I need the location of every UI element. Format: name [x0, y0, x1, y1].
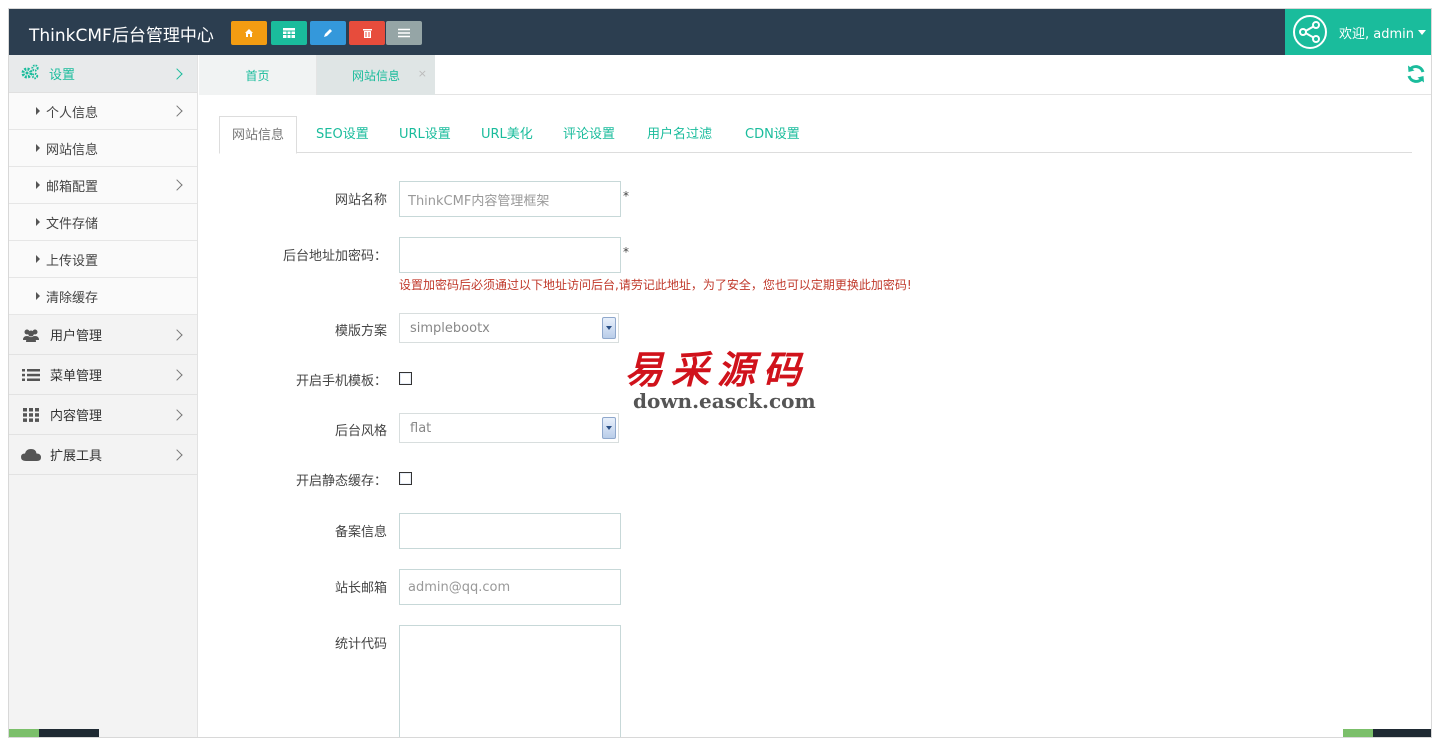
grid-icon: [21, 407, 41, 422]
user-menu[interactable]: 欢迎, admin: [1285, 9, 1431, 55]
icp-label: 备案信息: [334, 525, 387, 540]
icp-input[interactable]: [399, 513, 621, 549]
watermark: 易采源码 down.easck.com: [619, 339, 849, 419]
chevron-down-icon: [602, 417, 616, 439]
sidebar-item-clear-cache[interactable]: 清除缓存: [9, 278, 197, 315]
admin-style-label: 后台风格: [334, 424, 387, 439]
sidebar-group-settings[interactable]: 设置: [9, 55, 197, 93]
brand-title: ThinkCMF后台管理中心: [29, 26, 214, 46]
content-footer-bar: [1343, 729, 1431, 737]
admin-email-label: 站长邮箱: [334, 581, 387, 596]
caret-right-icon: [36, 292, 40, 300]
admin-password-input[interactable]: [399, 237, 621, 273]
mobile-template-checkbox[interactable]: [399, 372, 412, 385]
gears-icon: [21, 63, 41, 84]
app-window: ThinkCMF后台管理中心 欢迎, admin 设置 个人信息 网站信息 邮箱…: [8, 8, 1432, 738]
sidebar-item-label: 清除缓存: [46, 290, 99, 306]
sidebar-item-label: 网站信息: [46, 142, 99, 158]
tab-url-beautify[interactable]: URL美化: [481, 116, 533, 153]
settings-tabs: 网站信息 SEO设置 URL设置 URL美化 评论设置 用户名过滤 CDN设置: [219, 116, 1412, 154]
sidebar-group-extensions[interactable]: 扩展工具: [9, 435, 197, 475]
static-cache-checkbox[interactable]: [399, 472, 412, 485]
tab-comments[interactable]: 评论设置: [563, 116, 615, 153]
chevron-right-icon: [171, 105, 183, 117]
page-tab-site-info[interactable]: 网站信息 ×: [317, 55, 435, 95]
watermark-en: down.easck.com: [633, 389, 816, 413]
caret-right-icon: [36, 181, 40, 189]
chevron-right-icon: [171, 448, 183, 461]
sidebar-item-label: 个人信息: [46, 105, 99, 121]
chevron-right-icon: [171, 67, 183, 80]
chevron-right-icon: [171, 179, 183, 191]
refresh-icon[interactable]: [1405, 63, 1427, 85]
template-label: 模版方案: [334, 324, 387, 339]
sidebar-item-label: 文件存储: [46, 216, 99, 232]
required-mark: *: [623, 245, 629, 259]
watermark-cn: 易采源码: [625, 347, 810, 392]
template-select[interactable]: simplebootx: [399, 313, 619, 343]
tab-cdn[interactable]: CDN设置: [745, 116, 800, 153]
template-select-value: simplebootx: [410, 320, 490, 336]
admin-style-select[interactable]: flat: [399, 413, 619, 443]
close-icon[interactable]: ×: [418, 67, 427, 80]
sidebar-group-label: 内容管理: [50, 409, 103, 424]
page-tab-bar: 首页 网站信息 ×: [199, 55, 1431, 95]
sidebar-group-label: 菜单管理: [50, 369, 103, 384]
sidebar-item-profile[interactable]: 个人信息: [9, 93, 197, 130]
table-icon[interactable]: [271, 21, 307, 45]
chevron-right-icon: [171, 328, 183, 341]
sidebar-group-users[interactable]: 用户管理: [9, 315, 197, 355]
required-mark: *: [623, 189, 629, 203]
stat-code-label: 统计代码: [334, 637, 387, 652]
caret-right-icon: [36, 218, 40, 226]
tab-site-info[interactable]: 网站信息: [219, 116, 298, 154]
caret-down-icon: [1418, 29, 1426, 35]
list-icon[interactable]: [386, 21, 422, 45]
caret-right-icon: [36, 107, 40, 115]
sidebar-item-label: 上传设置: [46, 253, 99, 269]
sidebar-group-label: 用户管理: [50, 329, 103, 344]
sidebar-group-label: 扩展工具: [50, 449, 103, 464]
user-greeting: 欢迎, admin: [1339, 26, 1414, 42]
list-icon: [21, 368, 41, 382]
tab-seo[interactable]: SEO设置: [316, 116, 369, 153]
static-cache-label: 开启静态缓存：: [295, 474, 387, 489]
top-navbar: ThinkCMF后台管理中心 欢迎, admin: [9, 9, 1431, 55]
home-icon[interactable]: [231, 21, 267, 45]
users-icon: [21, 328, 41, 342]
tab-url[interactable]: URL设置: [399, 116, 451, 153]
site-name-label: 网站名称: [334, 193, 387, 208]
page-tab-label: 首页: [245, 68, 270, 83]
trash-icon[interactable]: [349, 21, 385, 45]
sidebar-item-site-info[interactable]: 网站信息: [9, 130, 197, 167]
caret-right-icon: [36, 144, 40, 152]
cloud-icon: [21, 448, 41, 462]
sidebar-item-storage[interactable]: 文件存储: [9, 204, 197, 241]
sidebar-group-label: 设置: [49, 68, 76, 83]
chevron-down-icon: [602, 317, 616, 339]
pencil-icon[interactable]: [310, 21, 346, 45]
tab-username-filter[interactable]: 用户名过滤: [647, 116, 712, 153]
admin-email-input[interactable]: admin@qq.com: [399, 569, 621, 605]
chevron-right-icon: [171, 408, 183, 421]
mobile-template-label: 开启手机模板：: [295, 374, 387, 389]
admin-style-select-value: flat: [410, 420, 432, 436]
sidebar-group-menus[interactable]: 菜单管理: [9, 355, 197, 395]
admin-password-label: 后台地址加密码：: [282, 249, 387, 264]
chevron-right-icon: [171, 368, 183, 381]
sidebar-item-upload[interactable]: 上传设置: [9, 241, 197, 278]
page-tab-label: 网站信息: [351, 68, 400, 83]
stat-code-textarea[interactable]: [399, 625, 621, 737]
sidebar-item-label: 邮箱配置: [46, 179, 99, 195]
site-name-input[interactable]: ThinkCMF内容管理框架: [399, 181, 621, 217]
admin-password-hint: 设置加密码后必须通过以下地址访问后台,请劳记此地址，为了安全，您也可以定期更换此…: [399, 278, 912, 292]
sidebar: 设置 个人信息 网站信息 邮箱配置 文件存储 上传设置 清除缓存 用户管理 菜单…: [9, 55, 198, 737]
sidebar-footer-bar: [9, 729, 99, 737]
caret-right-icon: [36, 255, 40, 263]
page-tab-home[interactable]: 首页: [199, 55, 317, 95]
share-logo-icon: [1293, 15, 1327, 49]
sidebar-item-email[interactable]: 邮箱配置: [9, 167, 197, 204]
sidebar-group-content[interactable]: 内容管理: [9, 395, 197, 435]
